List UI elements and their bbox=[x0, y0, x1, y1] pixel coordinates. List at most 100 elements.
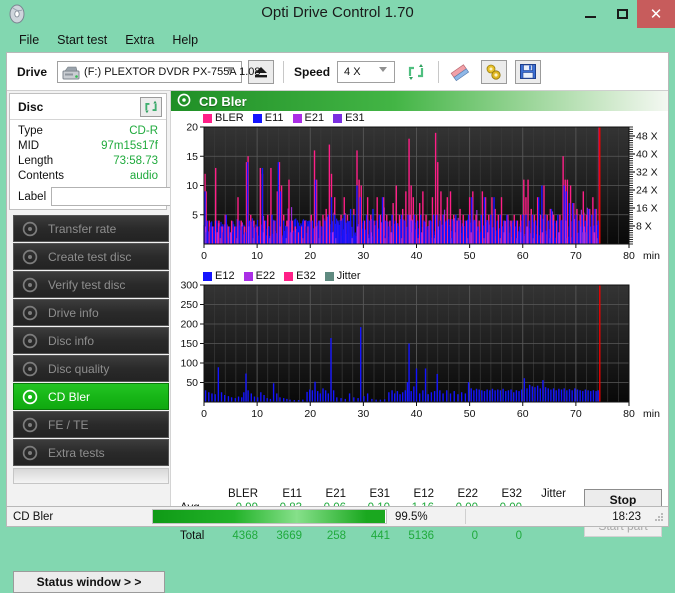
disc-row-mid: MID 97m15s17f bbox=[18, 139, 158, 154]
disc-label-caption: Label bbox=[18, 190, 47, 203]
legend-item-e11: E11 bbox=[252, 112, 284, 124]
legend-item-bler: BLER bbox=[203, 112, 244, 124]
svg-text:5: 5 bbox=[192, 209, 198, 221]
sidebar-item-label: Transfer rate bbox=[48, 221, 117, 236]
sidebar-item-label: Verify test disc bbox=[48, 277, 126, 292]
close-button[interactable]: ✕ bbox=[637, 0, 675, 28]
disc-value: audio bbox=[129, 170, 158, 182]
sidebar-item-fe-te[interactable]: FE / TE bbox=[13, 411, 169, 438]
speed-label: Speed bbox=[294, 64, 331, 79]
legend-label: E32 bbox=[296, 270, 316, 282]
disc-refresh-button[interactable] bbox=[140, 96, 162, 117]
refresh-icon bbox=[408, 63, 424, 80]
menu-item-extra[interactable]: Extra bbox=[116, 31, 163, 49]
legend-swatch bbox=[243, 271, 253, 281]
cell: 4368 bbox=[232, 530, 258, 542]
disc-icon bbox=[22, 333, 38, 349]
svg-text:80: 80 bbox=[623, 408, 635, 420]
disc-icon bbox=[177, 93, 191, 110]
refresh-button[interactable] bbox=[403, 60, 429, 84]
svg-text:50: 50 bbox=[186, 377, 198, 389]
svg-text:16 X: 16 X bbox=[636, 203, 658, 215]
sidebar-item-verify-test-disc[interactable]: Verify test disc bbox=[13, 271, 169, 298]
tools-icon bbox=[486, 64, 501, 80]
svg-text:60: 60 bbox=[517, 408, 529, 420]
svg-text:30: 30 bbox=[358, 250, 370, 262]
eraser-button[interactable] bbox=[447, 60, 473, 84]
svg-text:10: 10 bbox=[186, 180, 198, 192]
legend-label: E22 bbox=[255, 270, 276, 282]
nav-spacer bbox=[13, 468, 169, 484]
disc-value: CD-R bbox=[129, 125, 158, 137]
legend-item-e12: E12 bbox=[203, 270, 235, 282]
chart-top-legend: BLER E11 E21 E31 bbox=[203, 112, 371, 124]
status-bar: CD Bler 99.5% 18:23 bbox=[6, 506, 669, 527]
toolbar: Drive (F:) PLEXTOR DVDR PX-755A 1.08 Spe… bbox=[7, 53, 668, 91]
legend-item-jitter: Jitter bbox=[324, 270, 361, 282]
status-window-button[interactable]: Status window > > bbox=[13, 571, 165, 593]
svg-text:8 X: 8 X bbox=[636, 221, 652, 233]
svg-text:10: 10 bbox=[251, 408, 263, 420]
sidebar-item-create-test-disc[interactable]: Create test disc bbox=[13, 243, 169, 270]
col-e21: E21 bbox=[325, 488, 346, 500]
disc-icon bbox=[22, 417, 38, 433]
disc-row-type: Type CD-R bbox=[18, 124, 158, 139]
close-icon: ✕ bbox=[649, 5, 663, 23]
disc-icon bbox=[22, 305, 38, 321]
resize-grip-icon[interactable] bbox=[653, 511, 665, 523]
tools-button[interactable] bbox=[481, 59, 508, 84]
legend-swatch bbox=[292, 113, 302, 123]
drive-value: (F:) PLEXTOR DVDR PX-755A 1.08 bbox=[84, 65, 261, 78]
menu-item-file[interactable]: File bbox=[10, 31, 48, 49]
disc-properties: Type CD-R MID 97m15s17f Length 73:58.73 … bbox=[10, 120, 166, 184]
disc-value: 97m15s17f bbox=[101, 140, 158, 152]
svg-text:10: 10 bbox=[251, 250, 263, 262]
disc-key: MID bbox=[18, 140, 40, 152]
disc-icon bbox=[22, 445, 38, 461]
legend-item-e21: E21 bbox=[292, 112, 324, 124]
menu-item-start-test[interactable]: Start test bbox=[48, 31, 116, 49]
menu-bar: File Start test Extra Help bbox=[0, 28, 675, 52]
svg-text:min: min bbox=[643, 250, 660, 262]
menu-item-help[interactable]: Help bbox=[163, 31, 207, 49]
svg-text:30: 30 bbox=[358, 408, 370, 420]
sidebar-item-cd-bler[interactable]: CD Bler bbox=[13, 383, 169, 410]
cell bbox=[528, 529, 572, 543]
drive-label: Drive bbox=[17, 64, 48, 79]
sidebar-item-drive-info[interactable]: Drive info bbox=[13, 299, 169, 326]
sidebar-item-label: Create test disc bbox=[48, 249, 132, 264]
disc-icon bbox=[22, 249, 38, 265]
sidebar-item-extra-tests[interactable]: Extra tests bbox=[13, 439, 169, 466]
speed-select[interactable]: 4 X bbox=[337, 60, 396, 83]
legend-swatch bbox=[284, 271, 294, 281]
disc-icon bbox=[22, 277, 38, 293]
disc-row-contents: Contents audio bbox=[18, 169, 158, 184]
svg-text:50: 50 bbox=[464, 250, 476, 262]
col-e32: E32 bbox=[501, 488, 522, 500]
progress-bar-fill bbox=[153, 510, 385, 523]
disc-icon bbox=[22, 221, 38, 237]
speed-value: 4 X bbox=[344, 65, 361, 78]
sidebar-item-transfer-rate[interactable]: Transfer rate bbox=[13, 215, 169, 242]
sidebar-item-label: CD Bler bbox=[48, 389, 91, 404]
panel-header: CD Bler bbox=[171, 91, 668, 111]
disc-label-row: Label bbox=[10, 184, 252, 207]
sidebar-item-disc-info[interactable]: Disc info bbox=[13, 327, 169, 354]
legend-label: BLER bbox=[215, 112, 244, 124]
toolbar-separator bbox=[283, 60, 285, 83]
disc-key: Type bbox=[18, 125, 43, 137]
status-bar-text: CD Bler bbox=[13, 510, 54, 523]
col-jitter: Jitter bbox=[541, 488, 566, 500]
minimize-button[interactable] bbox=[575, 0, 605, 28]
svg-text:40 X: 40 X bbox=[636, 149, 658, 161]
sidebar-item-disc-quality[interactable]: Disc quality bbox=[13, 355, 169, 382]
col-bler: BLER bbox=[227, 488, 258, 500]
svg-text:70: 70 bbox=[570, 250, 582, 262]
disc-icon bbox=[22, 361, 38, 377]
maximize-button[interactable] bbox=[607, 0, 637, 28]
drive-select[interactable]: (F:) PLEXTOR DVDR PX-755A 1.08 bbox=[57, 60, 261, 83]
save-button[interactable] bbox=[515, 59, 542, 84]
nav-list: Transfer rate Create test disc Verify te… bbox=[13, 215, 169, 484]
client-area: Drive (F:) PLEXTOR DVDR PX-755A 1.08 Spe… bbox=[6, 52, 669, 593]
svg-text:80: 80 bbox=[623, 250, 635, 262]
